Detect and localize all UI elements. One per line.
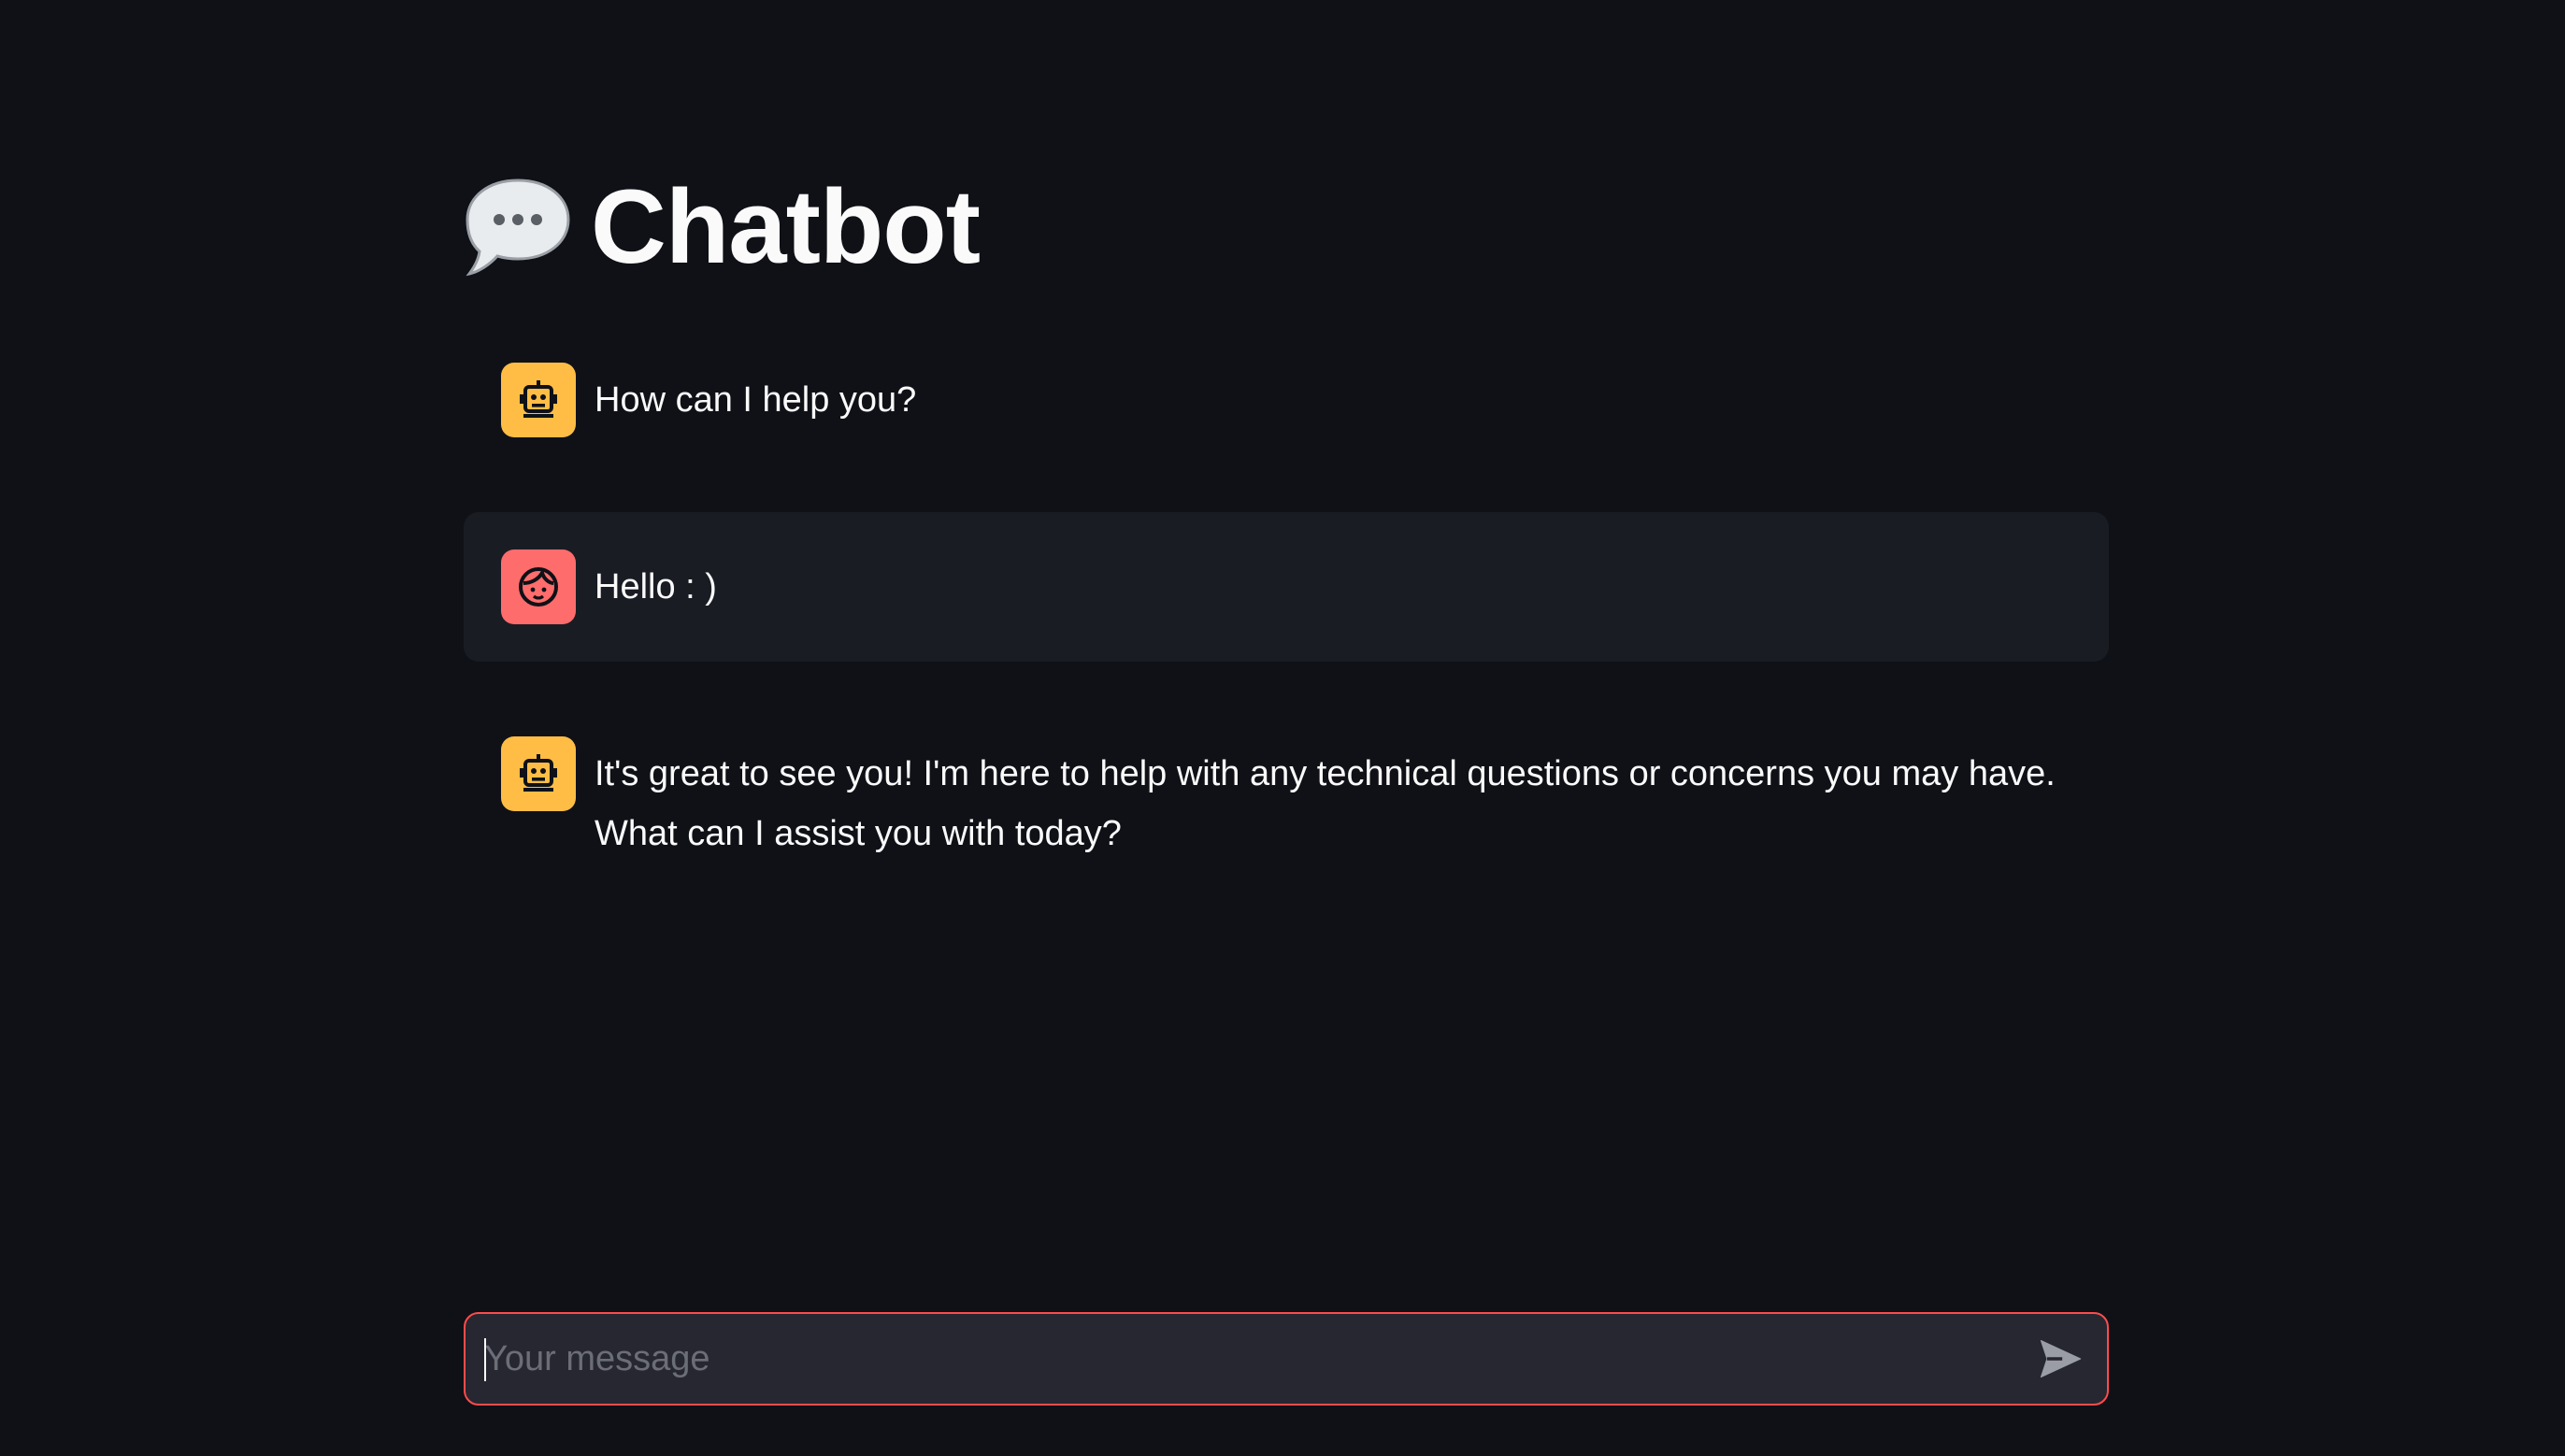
- robot-icon: [501, 736, 576, 811]
- speech-balloon-icon: [464, 173, 572, 281]
- face-icon: [501, 550, 576, 624]
- message-text: Hello : ): [595, 567, 717, 607]
- chat-message-user: Hello : ): [464, 512, 2109, 662]
- chat-message-input[interactable]: [466, 1314, 2023, 1404]
- send-button[interactable]: [2023, 1321, 2098, 1396]
- send-icon: [2040, 1339, 2082, 1378]
- text-caret: [484, 1338, 486, 1381]
- chat-message-assistant: How can I help you?: [464, 325, 2109, 475]
- chat-message-assistant: It's great to see you! I'm here to help …: [464, 699, 2109, 901]
- chat-input-container: [464, 1312, 2109, 1406]
- app-root: Chatbot How can I help you? Hello:) It…: [0, 0, 2565, 1456]
- page-header: Chatbot: [464, 166, 981, 288]
- message-text: How can I help you?: [595, 380, 917, 420]
- message-text: It's great to see you! I'm here to help …: [595, 754, 2056, 853]
- page-title: Chatbot: [591, 168, 981, 285]
- robot-icon: [501, 363, 576, 437]
